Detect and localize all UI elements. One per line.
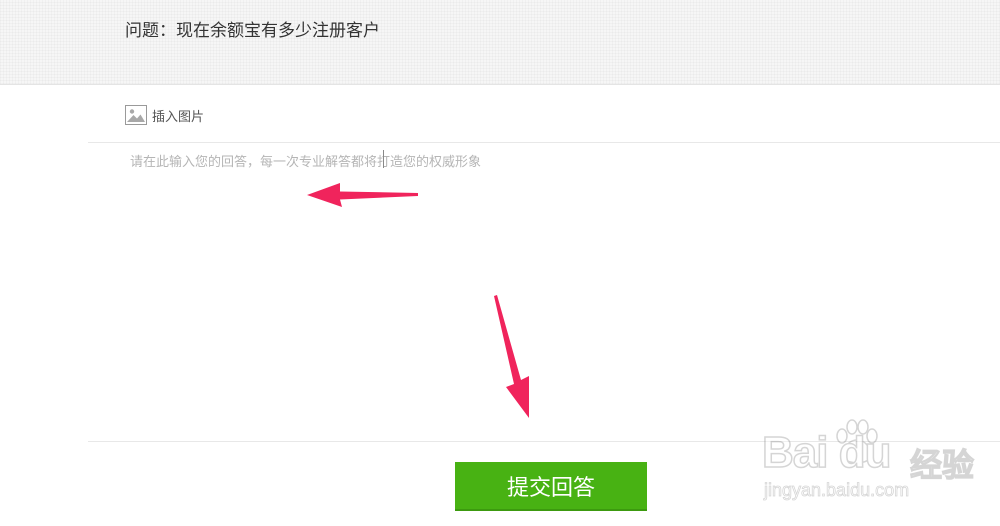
submit-answer-button[interactable]: 提交回答: [455, 462, 647, 511]
watermark-brand-cn: 经验: [909, 445, 975, 484]
answer-input[interactable]: [88, 143, 1000, 441]
watermark-url: jingyan.baidu.com: [764, 480, 910, 501]
image-icon: [125, 105, 147, 125]
question-header: 问题：现在余额宝有多少注册客户: [0, 0, 1000, 85]
insert-image-button[interactable]: 插入图片: [125, 103, 204, 127]
text-cursor: [383, 150, 384, 168]
question-title: 问题：现在余额宝有多少注册客户: [125, 21, 380, 41]
editor-toolbar: 插入图片: [88, 85, 1000, 143]
insert-image-label: 插入图片: [152, 109, 205, 125]
answer-area: [88, 143, 1000, 442]
